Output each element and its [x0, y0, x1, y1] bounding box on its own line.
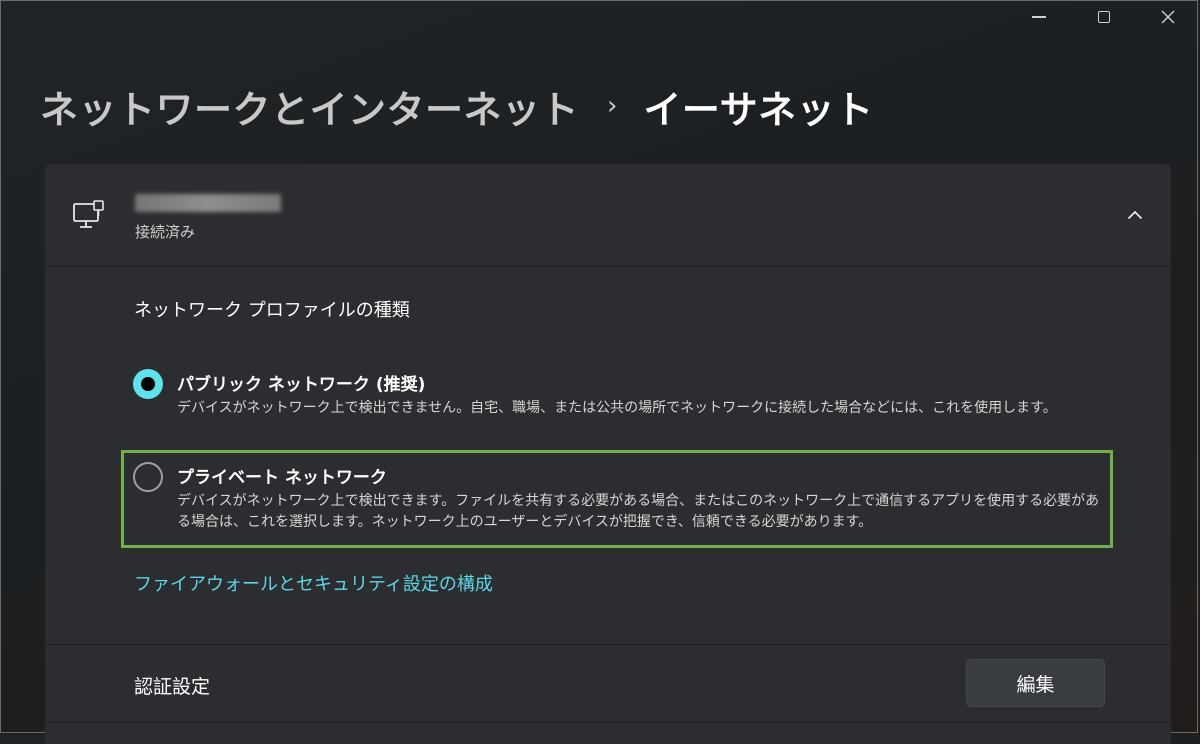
close-button[interactable] [1136, 0, 1200, 34]
private-network-description: デバイスがネットワーク上で検出できます。ファイルを共有する必要がある場合、または… [177, 493, 1100, 530]
maximize-button[interactable] [1072, 0, 1136, 34]
collapse-button[interactable] [1115, 198, 1155, 232]
edit-button[interactable]: 編集 [966, 659, 1105, 707]
breadcrumb: ネットワークとインターネット › イーサネット [40, 80, 874, 132]
chevron-up-icon [1127, 210, 1143, 220]
private-network-label: プライベート ネットワーク [177, 468, 387, 488]
close-icon [1161, 10, 1175, 24]
ethernet-monitor-icon [73, 200, 104, 228]
firewall-settings-link[interactable]: ファイアウォールとセキュリティ設定の構成 [134, 570, 493, 596]
public-network-label: パブリック ネットワーク (推奨) [177, 375, 426, 395]
public-network-description: デバイスがネットワーク上で検出できません。自宅、職場、または公共の場所でネットワ… [177, 400, 1057, 416]
page-title: イーサネット [643, 87, 874, 132]
header-divider [45, 266, 1171, 267]
connection-status: 接続済み [135, 223, 196, 241]
ethernet-connection-card: 接続済み ネットワーク プロファイルの種類 パブリック ネットワーク (推奨) … [45, 164, 1171, 744]
breadcrumb-separator: › [607, 91, 618, 121]
private-network-radio[interactable] [133, 462, 163, 492]
minimize-icon [1032, 16, 1046, 18]
profile-type-heading: ネットワーク プロファイルの種類 [134, 300, 410, 321]
maximize-icon [1098, 11, 1110, 23]
auth-divider [45, 644, 1171, 645]
public-network-radio[interactable] [133, 369, 163, 399]
auth-settings-label: 認証設定 [134, 676, 211, 698]
bottom-divider [45, 722, 1171, 723]
breadcrumb-parent[interactable]: ネットワークとインターネット [40, 79, 579, 134]
radio-selected-dot [141, 377, 155, 391]
minimize-button[interactable] [1007, 0, 1071, 34]
connection-name-redacted [135, 194, 281, 212]
connection-header[interactable]: 接続済み [45, 164, 1171, 266]
